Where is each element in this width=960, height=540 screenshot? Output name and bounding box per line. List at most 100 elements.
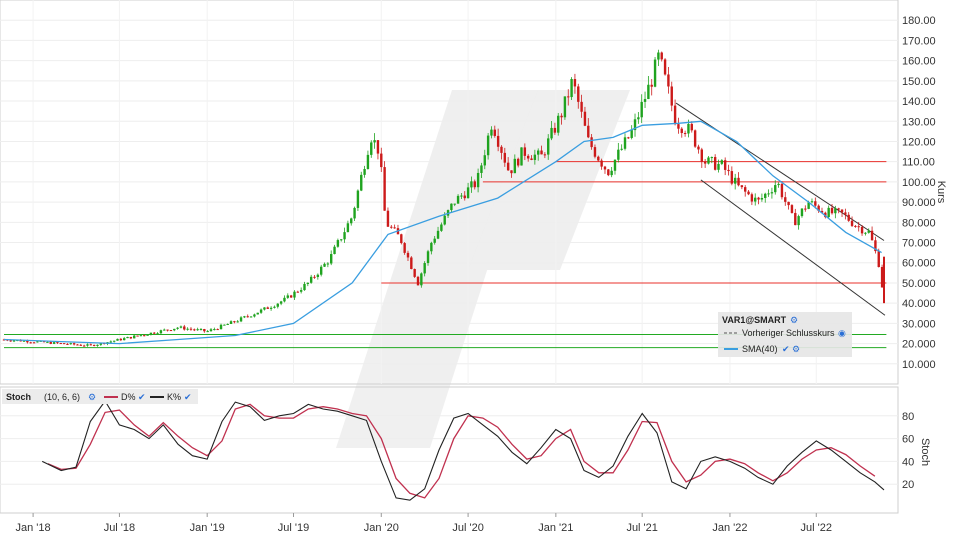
checkmark-icon[interactable]: ✔ (184, 392, 192, 402)
trend-channel-line (700, 179, 886, 316)
candle-body (503, 152, 507, 163)
candle-body (289, 295, 293, 298)
candle-body (640, 101, 643, 118)
candle-body (844, 212, 847, 215)
trend-channel-line (675, 102, 885, 241)
candle-body (443, 215, 446, 225)
candle-body (790, 205, 794, 213)
candle-body (430, 242, 433, 252)
price-y-tick-label: 120.00 (902, 136, 936, 148)
candle-body (506, 162, 510, 171)
watermark-logo (336, 90, 630, 448)
candle-body (109, 341, 113, 343)
settings-icon[interactable]: ⚙ (88, 392, 96, 402)
candle-body (610, 170, 613, 176)
candle-body (693, 130, 697, 147)
candle-body (520, 147, 523, 166)
eye-icon[interactable]: ◉ (838, 328, 846, 338)
candle-body (570, 79, 573, 98)
candle-body (223, 324, 226, 326)
candle-body (777, 183, 780, 186)
candle-body (587, 125, 590, 138)
candle-body (249, 316, 253, 318)
candle-body (86, 344, 89, 346)
checkmark-icon[interactable]: ✔ (782, 344, 790, 354)
candle-body (560, 115, 563, 118)
price-y-tick-label: 170.00 (902, 35, 936, 47)
candle-body (413, 269, 416, 277)
candle-body (683, 133, 687, 135)
price-legend: VAR1@SMART ⚙ Vorheriger Schlusskurs ◉ SM… (718, 312, 852, 357)
candle-body (356, 190, 360, 208)
candle-body (723, 160, 727, 170)
candle-body (22, 340, 26, 342)
candle-body (72, 343, 76, 345)
settings-icon[interactable]: ⚙ (792, 344, 800, 354)
candle-body (390, 226, 393, 228)
candle-body (720, 160, 724, 164)
candle-body (523, 147, 527, 156)
x-tick-label: Jan '18 (16, 522, 51, 534)
candle-body (663, 59, 667, 75)
candle-body (259, 309, 263, 313)
candle-body (713, 157, 717, 170)
candle-body (767, 193, 770, 195)
legend-title: VAR1@SMART (722, 315, 787, 325)
candle-body (173, 328, 176, 331)
stoch-y-tick-label: 80 (902, 411, 914, 423)
candle-body (480, 165, 483, 173)
candle-body (637, 117, 640, 120)
candle-body (276, 303, 279, 307)
candle-body (847, 214, 850, 221)
candle-body (567, 96, 570, 98)
candle-body (857, 226, 860, 228)
candle-body (837, 208, 840, 210)
candle-body (537, 150, 540, 155)
candle-body (363, 169, 366, 175)
candle-body (553, 127, 557, 133)
stoch-legend: Stoch (10, 6, 6) ⚙ D% ✔ K% ✔ (2, 389, 198, 404)
candle-body (867, 230, 870, 233)
candle-body (583, 111, 587, 126)
candle-body (733, 177, 737, 184)
candle-body (780, 183, 784, 198)
candle-body (426, 251, 430, 264)
candle-body (183, 326, 186, 330)
candle-body (650, 84, 653, 87)
candle-body (153, 332, 156, 334)
checkmark-icon[interactable]: ✔ (138, 392, 146, 402)
candle-body (156, 333, 159, 335)
trend-channel (675, 102, 886, 316)
candle-body (340, 239, 343, 241)
candle-body (597, 156, 600, 161)
candle-body (336, 240, 340, 247)
candle-body (306, 282, 310, 284)
candle-body (79, 344, 82, 346)
settings-icon[interactable]: ⚙ (790, 315, 798, 325)
stoch-title: Stoch (6, 392, 31, 402)
candle-body (266, 307, 269, 309)
candle-body (253, 314, 256, 317)
candle-body (36, 341, 39, 343)
candle-body (436, 230, 440, 239)
candle-body (526, 155, 530, 159)
candle-body (500, 146, 503, 153)
candle-body (543, 154, 547, 156)
candle-body (680, 128, 683, 134)
candle-body (323, 263, 326, 267)
candle-body (279, 301, 283, 304)
candle-body (236, 321, 239, 323)
candle-body (864, 232, 867, 234)
candle-body (486, 135, 490, 156)
candle-body (383, 167, 386, 211)
candle-body (540, 150, 543, 155)
stoch-y-axis: 20 40 60 80 (902, 411, 914, 491)
candle-body (880, 267, 884, 288)
candle-body (326, 263, 330, 265)
candle-body (229, 321, 233, 324)
legend-item-prev-close: Vorheriger Schlusskurs (742, 328, 835, 338)
candle-body (46, 341, 49, 343)
candle-body (483, 155, 486, 166)
candle-body (697, 146, 700, 150)
candle-body (784, 197, 787, 202)
